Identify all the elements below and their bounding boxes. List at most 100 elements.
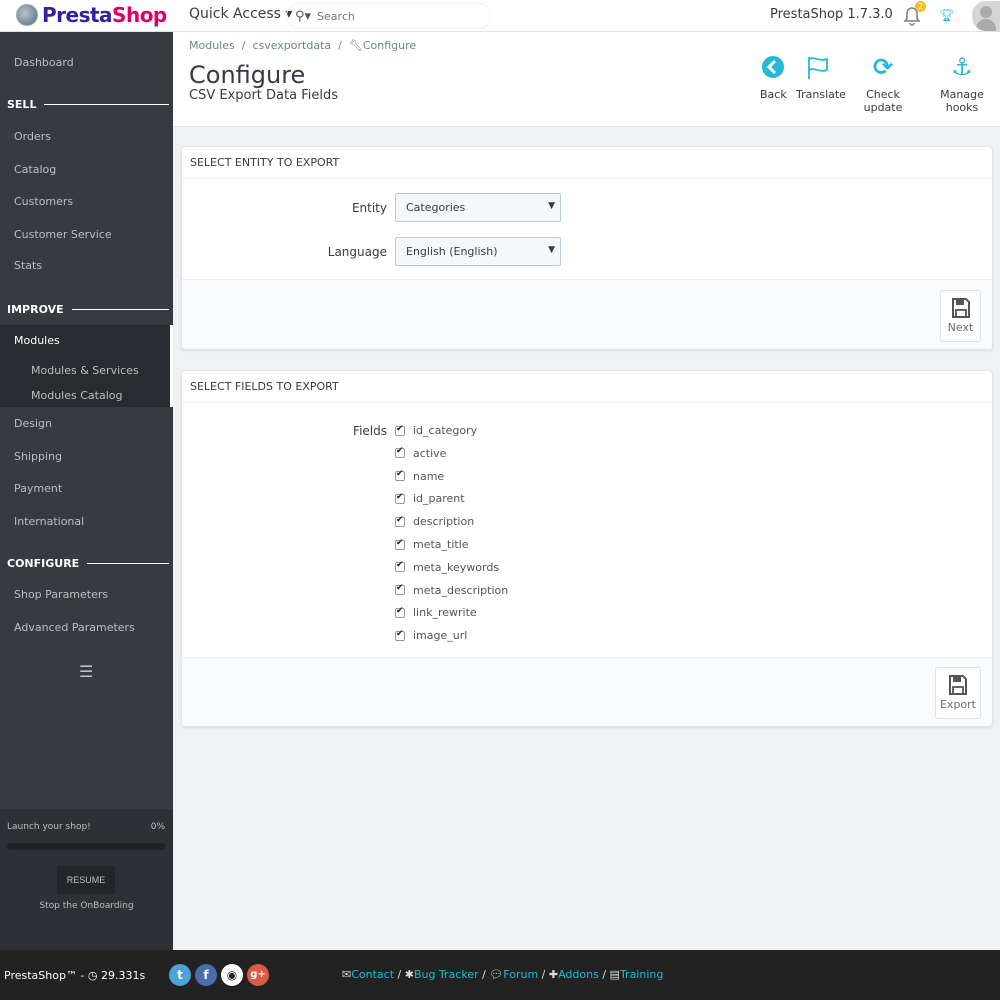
field-checkbox-row[interactable]: meta_description bbox=[395, 583, 508, 597]
checkbox[interactable] bbox=[395, 492, 405, 504]
field-label: meta_keywords bbox=[413, 560, 500, 574]
comments-icon: 💬︎ bbox=[489, 968, 504, 981]
field-checkbox-row[interactable]: description bbox=[395, 515, 474, 528]
checkbox[interactable] bbox=[395, 629, 405, 641]
sidebar-item-orders[interactable]: Orders bbox=[14, 130, 51, 143]
book-icon: ▤ bbox=[609, 968, 620, 981]
avatar[interactable] bbox=[972, 1, 1000, 31]
field-checkbox-row[interactable]: id_category bbox=[395, 424, 477, 437]
field-checkbox-row[interactable]: meta_title bbox=[395, 538, 469, 551]
sidebar-item-modules[interactable]: Modules bbox=[14, 334, 60, 347]
check-update-button[interactable]: ⟳ Check update bbox=[851, 52, 915, 114]
prestashop-logo[interactable]: PrestaShop bbox=[16, 3, 167, 27]
sidebar-item-customer-service[interactable]: Customer Service bbox=[14, 228, 112, 241]
notification-badge: 2 bbox=[915, 1, 926, 12]
manage-hooks-button[interactable]: ⚓︎ Manage hooks bbox=[927, 52, 997, 114]
refresh-icon: ⟳ bbox=[872, 53, 894, 81]
save-icon bbox=[949, 675, 967, 695]
checkbox[interactable] bbox=[395, 538, 405, 550]
envelope-icon: ✉ bbox=[342, 968, 352, 981]
checkbox[interactable] bbox=[395, 424, 405, 436]
github-icon[interactable]: ◉ bbox=[221, 964, 243, 986]
checkbox[interactable] bbox=[395, 560, 405, 573]
fields-panel-footer: Export bbox=[182, 657, 992, 726]
checkbox[interactable] bbox=[395, 583, 405, 596]
stop-onboarding-link[interactable]: Stop the OnBoarding bbox=[0, 901, 173, 911]
field-label: image_url bbox=[413, 629, 468, 643]
onboarding-label: Launch your shop! bbox=[7, 822, 91, 832]
export-button[interactable]: Export bbox=[935, 667, 981, 719]
menu-collapse-icon[interactable]: ☰ bbox=[79, 662, 93, 681]
field-checkbox-row[interactable]: name bbox=[395, 469, 445, 483]
next-button[interactable]: Next bbox=[940, 290, 981, 342]
chevron-down-icon: ▼ bbox=[548, 201, 555, 211]
sidebar-item-customers[interactable]: Customers bbox=[14, 195, 73, 208]
search-input[interactable] bbox=[317, 9, 468, 23]
onboarding-progress-bar bbox=[7, 843, 165, 850]
training-link[interactable]: Training bbox=[620, 968, 663, 981]
onboarding-percent: 0% bbox=[150, 822, 165, 832]
field-checkbox-row[interactable]: image_url bbox=[395, 629, 467, 642]
language-select[interactable]: English (English) ▼ bbox=[395, 237, 561, 266]
fields-panel: SELECT FIELDS TO EXPORT Fields id_catego… bbox=[181, 370, 993, 727]
forum-link[interactable]: Forum bbox=[503, 968, 538, 981]
field-checkbox-row[interactable]: active bbox=[395, 446, 447, 460]
sidebar-item-design[interactable]: Design bbox=[14, 417, 52, 430]
sidebar-section-sell: SELL bbox=[7, 98, 169, 111]
logo-icon bbox=[16, 4, 38, 26]
save-icon bbox=[951, 298, 970, 318]
checkbox[interactable] bbox=[395, 515, 405, 527]
quick-access-dropdown[interactable]: Quick Access ▾ bbox=[189, 6, 292, 22]
field-checkbox-row[interactable]: meta_keywords bbox=[395, 560, 500, 574]
field-label: name bbox=[413, 469, 445, 483]
breadcrumb-module[interactable]: csvexportdata bbox=[252, 39, 331, 52]
contact-link[interactable]: Contact bbox=[351, 968, 394, 981]
translate-button[interactable]: Translate bbox=[796, 52, 846, 101]
back-circle-icon bbox=[762, 56, 784, 78]
field-label: meta_title bbox=[413, 538, 469, 551]
anchor-icon: ⚓︎ bbox=[951, 53, 973, 81]
sidebar-item-catalog[interactable]: Catalog bbox=[14, 163, 56, 176]
facebook-icon[interactable]: f bbox=[195, 964, 217, 986]
flag-icon bbox=[808, 57, 828, 79]
search-icon[interactable]: ⚲▾ bbox=[295, 9, 311, 24]
bug-tracker-link[interactable]: Bug Tracker bbox=[414, 968, 479, 981]
resume-button[interactable]: RESUME bbox=[57, 866, 115, 894]
clock-icon: ◷ bbox=[87, 969, 98, 982]
addons-link[interactable]: Addons bbox=[558, 968, 599, 981]
twitter-icon[interactable]: t bbox=[169, 964, 191, 986]
entity-panel: SELECT ENTITY TO EXPORT Entity Categorie… bbox=[181, 146, 993, 350]
chevron-down-icon: ▼ bbox=[548, 245, 555, 255]
sidebar-item-shipping[interactable]: Shipping bbox=[14, 450, 62, 463]
checkbox[interactable] bbox=[395, 606, 405, 618]
entity-panel-footer: Next bbox=[182, 279, 992, 349]
entity-select[interactable]: Categories ▼ bbox=[395, 193, 561, 222]
sidebar-item-payment[interactable]: Payment bbox=[14, 482, 62, 495]
sidebar-subitem-modules-services[interactable]: Modules & Services bbox=[31, 364, 139, 377]
back-button[interactable]: Back bbox=[760, 52, 787, 101]
field-label: link_rewrite bbox=[413, 606, 477, 620]
sidebar-item-dashboard[interactable]: Dashboard bbox=[14, 56, 74, 69]
google-plus-icon[interactable]: g+ bbox=[247, 964, 269, 986]
sidebar-item-stats[interactable]: Stats bbox=[14, 259, 42, 272]
breadcrumb-modules[interactable]: Modules bbox=[189, 39, 235, 52]
sidebar-item-shop-parameters[interactable]: Shop Parameters bbox=[14, 588, 108, 601]
field-checkbox-row[interactable]: id_parent bbox=[395, 492, 465, 505]
version-label: PrestaShop 1.7.3.0 bbox=[770, 7, 893, 22]
checkbox[interactable] bbox=[395, 446, 405, 459]
sidebar-section-configure: CONFIGURE bbox=[7, 557, 169, 570]
wrench-icon: 🔧︎ bbox=[348, 39, 363, 52]
checkbox[interactable] bbox=[395, 469, 405, 482]
sidebar-item-advanced-parameters[interactable]: Advanced Parameters bbox=[14, 621, 135, 634]
trophy-icon[interactable]: 🏆︎ bbox=[939, 8, 954, 22]
entity-label: Entity bbox=[351, 201, 387, 215]
sidebar-subitem-modules-catalog[interactable]: Modules Catalog bbox=[31, 389, 122, 402]
load-time: 29.331s bbox=[101, 969, 146, 982]
field-checkbox-row[interactable]: link_rewrite bbox=[395, 606, 477, 619]
puzzle-icon: ✚ bbox=[548, 968, 559, 981]
footer: PrestaShop™ - ◷ 29.331s t f ◉ g+ ✉Contac… bbox=[0, 950, 1000, 1000]
field-label: active bbox=[413, 446, 447, 460]
page-subtitle: CSV Export Data Fields bbox=[189, 88, 338, 103]
sidebar-item-international[interactable]: International bbox=[14, 515, 84, 528]
sidebar: Dashboard SELL Orders Catalog Customers … bbox=[0, 32, 173, 950]
